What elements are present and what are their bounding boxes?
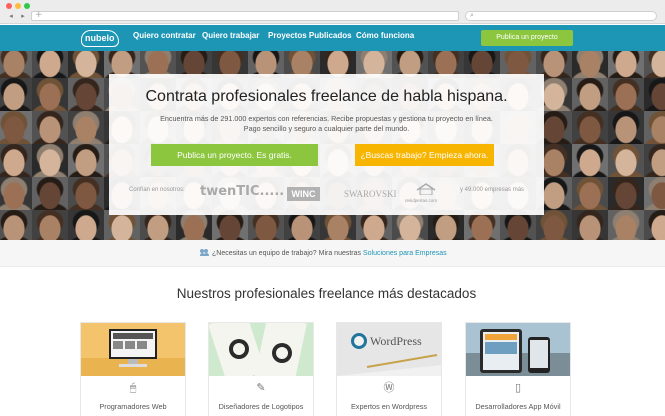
wordpress-icon: Ⓦ [383, 381, 395, 394]
nav-quiero-contratar[interactable]: Quiero contratar [133, 31, 196, 40]
browser-search-field[interactable]: ⌕ [465, 11, 657, 21]
wordpress-experts-image: WordPress [337, 323, 441, 376]
forward-button[interactable]: ▸ [18, 12, 28, 21]
card-label-logos: Diseñadores de Logotipos [218, 402, 304, 411]
minimize-window-button[interactable] [15, 3, 21, 9]
business-solutions-banner: ¿Necesitas un equipo de trabajo? Mira nu… [0, 240, 665, 267]
brush-icon: ✎ [256, 381, 266, 394]
mobile-icon: ▯ [514, 381, 522, 394]
browser-nav: ◂ ▸ [6, 12, 28, 21]
category-card-web[interactable]: 🖱 Programadores Web [80, 322, 186, 416]
featured-section-title: Nuestros profesionales freelance más des… [176, 286, 477, 301]
mobile-developers-image [466, 323, 570, 376]
address-bar[interactable]: + [31, 10, 459, 21]
category-card-logos[interactable]: ✎ Diseñadores de Logotipos [208, 322, 314, 416]
residpertas-logo: residpertas.com [405, 198, 438, 203]
nav-quiero-trabajar[interactable]: Quiero trabajar [202, 31, 259, 40]
publish-project-button[interactable]: Publica un proyecto [481, 30, 573, 46]
nav-como-funciona[interactable]: Cómo funciona [356, 31, 414, 40]
new-tab-icon[interactable]: + [35, 10, 43, 20]
search-icon: ⌕ [470, 11, 474, 19]
logo-text: nubelo [85, 33, 115, 43]
house-icon [416, 183, 436, 195]
swarovski-logo: SWAROVSKI [344, 189, 397, 199]
close-window-button[interactable] [6, 3, 12, 9]
hero-panel: Contrata profesionales freelance de habl… [109, 74, 544, 215]
winc-logo: WINC [287, 187, 320, 201]
category-card-wordpress[interactable]: WordPress Ⓦ Expertos en Wordpress [336, 322, 442, 416]
hero-subtitle: Encuentra más de 291.000 expertos con re… [109, 114, 544, 134]
logo-designers-image [209, 323, 313, 376]
trust-label: Confían en nosotros: [129, 187, 185, 193]
card-label-mobile: Desarrolladores App Móvil [475, 402, 561, 411]
trust-more-label: y 49.000 empresas más [460, 187, 525, 193]
find-work-button[interactable]: ¿Buscas trabajo? Empieza ahora. [355, 144, 494, 166]
zoom-window-button[interactable] [24, 3, 30, 9]
business-solutions-link[interactable]: Soluciones para Empresas [363, 250, 447, 257]
hero-subtitle-line-2: Pago sencillo y seguro a cualquier parte… [243, 124, 410, 133]
nav-proyectos-publicados[interactable]: Proyectos Publicados [268, 31, 352, 40]
nubelo-logo[interactable]: nubelo [81, 30, 119, 47]
team-icon [200, 249, 209, 256]
browser-toolbar: ◂ ▸ + ⌕ [0, 0, 665, 24]
hero-subtitle-line-1: Encuentra más de 291.000 expertos con re… [160, 114, 493, 123]
publish-project-free-button[interactable]: Publica un proyecto. Es gratis. [151, 144, 318, 166]
back-button[interactable]: ◂ [6, 12, 16, 21]
category-card-mobile[interactable]: ▯ Desarrolladores App Móvil [465, 322, 571, 416]
window-controls [6, 3, 30, 9]
mouse-icon: 🖱 [129, 381, 137, 394]
teams-question: ¿Necesitas un equipo de trabajo? Mira nu… [212, 250, 362, 257]
web-developers-image [81, 323, 185, 376]
wordpress-wordmark: WordPress [370, 334, 422, 348]
hero-title: Contrata profesionales freelance de habl… [145, 88, 508, 105]
business-solutions-text: ¿Necesitas un equipo de trabajo? Mira nu… [200, 249, 447, 257]
card-label-wordpress: Expertos en Wordpress [350, 402, 428, 411]
twentic-logo: twenTIC..... [200, 184, 285, 199]
card-label-web: Programadores Web [99, 402, 167, 411]
